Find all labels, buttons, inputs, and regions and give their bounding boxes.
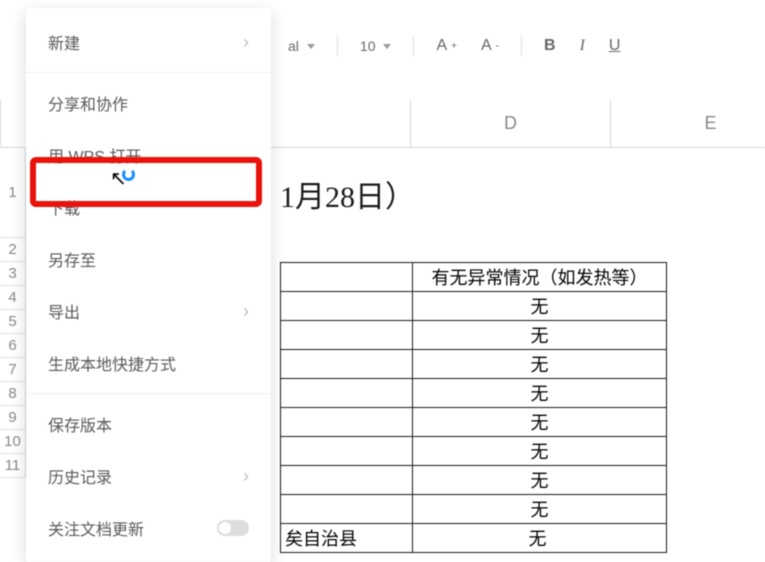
toolbar-divider [337,36,338,56]
menu-item-history[interactable]: 历史记录 › [26,450,271,502]
decrease-font-button[interactable]: A- [473,33,507,59]
chevron-right-icon: › [243,301,249,322]
menu-item-export[interactable]: 导出 › [26,285,271,337]
cell[interactable]: 无 [413,350,667,379]
italic-button[interactable]: I [572,33,593,59]
table-row: 无 [281,495,667,524]
menu-item-save-version[interactable]: 保存版本 [26,398,271,450]
bold-button[interactable]: B [536,33,564,59]
cell[interactable] [281,321,413,350]
menu-item-create-shortcut[interactable]: 生成本地快捷方式 [26,337,271,389]
menu-separator [26,72,271,73]
underline-button[interactable]: U [601,33,629,59]
cell[interactable] [281,408,413,437]
menu-label: 用 WPS 打开 [48,143,141,167]
table-row: 无 [281,292,667,321]
row-header[interactable]: 5 [0,310,26,334]
row-headers: 1 2 3 4 5 6 7 8 9 10 11 [0,148,26,478]
menu-label: 另存至 [48,247,96,271]
menu-label: 保存版本 [48,412,112,436]
cell[interactable] [281,437,413,466]
menu-item-share[interactable]: 分享和协作 [26,77,271,129]
row-header[interactable]: 7 [0,358,26,382]
menu-item-new[interactable]: 新建 › [26,16,271,68]
row-header[interactable]: 9 [0,406,26,430]
table-row: 无 [281,350,667,379]
cell[interactable]: 无 [413,408,667,437]
menu-item-save-to[interactable]: 另存至 [26,233,271,285]
chevron-right-icon: › [243,466,249,487]
menu-label: 分享和协作 [48,91,128,115]
cell[interactable] [281,350,413,379]
cell[interactable]: 无 [413,466,667,495]
toolbar-divider [413,36,414,56]
cell[interactable]: 无 [413,292,667,321]
row-header[interactable]: 3 [0,262,26,286]
font-size-label: 10 [360,38,376,54]
menu-item-download[interactable]: 下载 [26,181,271,233]
menu-item-open-wps[interactable]: 用 WPS 打开 [26,129,271,181]
row-header[interactable]: 6 [0,334,26,358]
file-context-menu: 新建 › 分享和协作 用 WPS 打开 下载 另存至 导出 › 生成本地快捷方式… [26,8,271,562]
toggle-switch[interactable] [217,520,249,536]
row-header[interactable]: 4 [0,286,26,310]
menu-item-follow-updates[interactable]: 关注文档更新 [26,502,271,554]
menu-label: 关注文档更新 [48,516,144,540]
toolbar-divider [521,36,522,56]
table-header-b[interactable]: 有无异常情况（如发热等） [413,263,667,292]
cell[interactable] [281,466,413,495]
menu-label: 新建 [48,30,80,54]
table-row: 无 [281,321,667,350]
cell[interactable]: 无 [413,495,667,524]
cell[interactable]: 无 [413,524,667,553]
chevron-down-icon [383,44,391,49]
table-row: 无 [281,466,667,495]
cell[interactable]: 矣自治县 [281,524,413,553]
chevron-right-icon: › [243,32,249,53]
menu-separator [26,393,271,394]
row-header[interactable]: 8 [0,382,26,406]
table-row: 矣自治县无 [281,524,667,553]
font-name-picker[interactable]: al [280,34,323,58]
row-header[interactable]: 10 [0,430,26,454]
sheet-title-fragment: 1月28日） [280,172,415,216]
increase-font-button[interactable]: A+ [428,33,465,59]
table-row: 无 [281,408,667,437]
menu-label: 生成本地快捷方式 [48,351,176,375]
column-header-d[interactable]: D [411,100,611,147]
cell[interactable]: 无 [413,437,667,466]
cell[interactable]: 无 [413,321,667,350]
table-header-row: 有无异常情况（如发热等） [281,263,667,292]
menu-label: 导出 [48,299,80,323]
menu-label: 历史记录 [48,464,112,488]
table-row: 无 [281,379,667,408]
cell[interactable] [281,292,413,321]
font-size-picker[interactable]: 10 [352,34,400,58]
chevron-down-icon [307,44,315,49]
row-header[interactable]: 11 [0,454,26,478]
column-header-e[interactable]: E [611,100,765,147]
data-table: 有无异常情况（如发热等） 无 无 无 无 无 无 无 无 矣自治县无 [280,262,667,553]
menu-label: 下载 [48,195,80,219]
row-header[interactable]: 1 [0,148,26,238]
toolbar: al 10 A+ A- B I U [280,28,765,64]
table-header-a[interactable] [281,263,413,292]
cell[interactable]: 无 [413,379,667,408]
cell[interactable] [281,495,413,524]
table-row: 无 [281,437,667,466]
font-name-label: al [288,38,299,54]
cell[interactable] [281,379,413,408]
row-header[interactable]: 2 [0,238,26,262]
